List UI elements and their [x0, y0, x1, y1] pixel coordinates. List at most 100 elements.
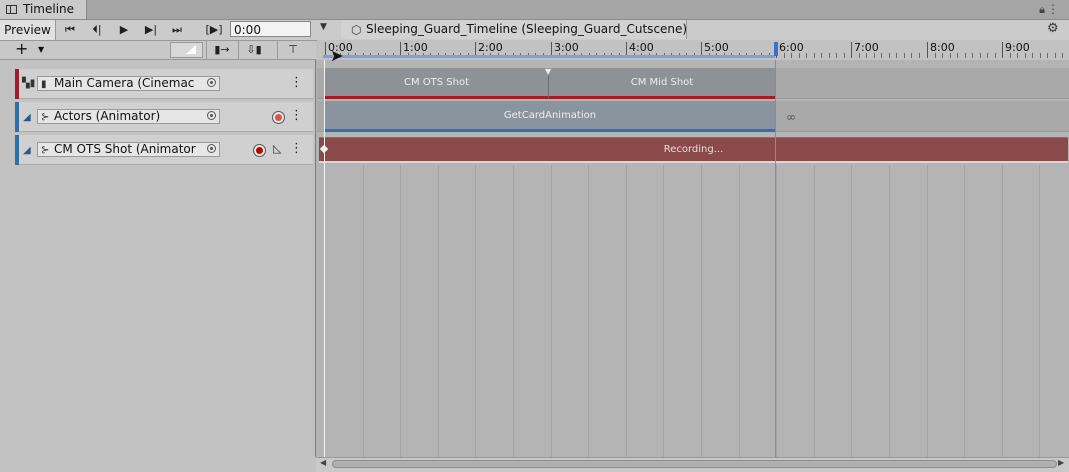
ruler-minor-tick [791, 53, 792, 58]
clip-get-card-animation[interactable]: GetCardAnimation [325, 101, 775, 132]
clip-cm-ots-shot[interactable]: CM OTS Shot [325, 68, 548, 99]
ruler-minor-tick [911, 53, 912, 58]
grid-line [513, 165, 514, 457]
grid-line [1039, 165, 1040, 457]
track-binding-field[interactable]: ▮ Main Camera (Cinemac [37, 76, 220, 91]
next-frame-icon[interactable]: ▶| [138, 20, 164, 40]
track-label: CM OTS Shot (Animator [54, 142, 196, 156]
object-picker-icon[interactable] [207, 144, 216, 153]
grid-line [400, 165, 401, 457]
preview-button[interactable]: Preview [0, 20, 56, 40]
ruler-minor-tick [1010, 53, 1011, 58]
track-color-bar [15, 135, 19, 165]
end-line [775, 60, 776, 458]
track-color-bar [15, 69, 19, 99]
go-to-end-icon[interactable]: ⏭ [164, 20, 190, 40]
snap-to-frame-icon[interactable]: ⇩▮ [238, 41, 269, 59]
grid-line [776, 165, 777, 457]
left-panel-footer [0, 457, 316, 471]
play-icon[interactable]: ▶ [111, 20, 137, 40]
ruler-minor-tick [965, 53, 966, 58]
track-menu-icon[interactable]: ⋮ [290, 141, 303, 156]
ruler-minor-tick [799, 53, 800, 58]
ruler-minor-tick [957, 53, 958, 58]
record-button[interactable] [272, 111, 285, 124]
ruler-minor-tick [935, 53, 936, 58]
track-label: Actors (Animator) [54, 109, 161, 123]
track-menu-icon[interactable]: ⋮ [290, 75, 303, 90]
record-button-active[interactable] [253, 144, 266, 157]
sequence-dropdown-icon[interactable]: ▼ [320, 22, 327, 32]
ruler-minor-tick [1032, 53, 1033, 58]
object-picker-icon[interactable] [207, 78, 216, 87]
grid-line [438, 165, 439, 457]
tab-title: Timeline [23, 2, 75, 16]
track-color-bar [15, 102, 19, 132]
track-binding-field[interactable]: ⊱ Actors (Animator) [37, 109, 220, 124]
lock-icon[interactable]: 🔒︎ [1039, 3, 1045, 17]
ruler-minor-tick [859, 53, 860, 58]
grid-line [663, 165, 664, 457]
ruler-minor-tick [919, 53, 920, 58]
ruler-minor-tick [1040, 53, 1041, 58]
grid-line [889, 165, 890, 457]
breadcrumb-label[interactable]: Sleeping_Guard_Timeline (Sleeping_Guard_… [366, 22, 687, 36]
track-binding-field[interactable]: ⊱ CM OTS Shot (Animator [37, 142, 220, 157]
scroll-right-icon[interactable]: ▶ [1058, 458, 1064, 467]
grid-line [964, 165, 965, 457]
clip-cm-mid-shot[interactable]: CM Mid Shot [548, 68, 775, 99]
grid-line [927, 165, 928, 457]
timeline-tab[interactable]: Timeline [0, 0, 87, 19]
track-actors[interactable]: ◢ ⊱ Actors (Animator) ⋮ [15, 102, 313, 132]
cinemachine-track-icon: ▚▮ [22, 78, 36, 89]
grid-line [851, 165, 852, 457]
snap-toggle[interactable] [170, 42, 203, 58]
ruler-minor-tick [995, 53, 996, 58]
grid-line [739, 165, 740, 457]
grid-line [1002, 165, 1003, 457]
ruler-minor-tick [866, 53, 867, 58]
animator-binding-icon: ⊱ [41, 112, 50, 123]
loop-icon: ∞ [786, 110, 796, 124]
ruler-minor-tick [1017, 53, 1018, 58]
track-cm-ots-shot[interactable]: ◢ ⊱ CM OTS Shot (Animator ◺ ⋮ [15, 135, 313, 165]
grid-line [814, 165, 815, 457]
ruler-minor-tick [980, 53, 981, 58]
scrollbar-thumb[interactable] [332, 460, 1057, 468]
go-to-start-icon[interactable]: ⏮ [57, 20, 83, 40]
scroll-left-icon[interactable]: ◀ [320, 458, 326, 467]
previous-frame-icon[interactable]: ⏴| [84, 20, 110, 40]
ruler-minor-tick [784, 53, 785, 58]
pin-icon[interactable]: ⊤ [277, 41, 308, 59]
play-range-icon[interactable]: [▶] [201, 20, 227, 40]
object-picker-icon[interactable] [207, 111, 216, 120]
blend-marker-icon: ▼ [545, 67, 552, 76]
vertical-ellipsis-icon[interactable]: ⋮ [1047, 2, 1059, 16]
ruler-minor-tick [814, 53, 815, 58]
track-menu-icon[interactable]: ⋮ [290, 108, 303, 123]
curves-icon[interactable]: ◺ [273, 142, 281, 155]
ripple-icon[interactable]: ▮→ [206, 41, 237, 59]
current-time-field[interactable]: 0:00 [230, 21, 311, 37]
mouse-cursor-icon: ➤ [330, 46, 344, 65]
ruler-major-tick [851, 42, 852, 58]
recording-clip[interactable]: Recording... [319, 137, 1068, 163]
animation-track-icon: ◢ [23, 145, 31, 156]
ruler-minor-tick [1055, 53, 1056, 58]
ruler-minor-tick [844, 53, 845, 58]
grid-line [551, 165, 552, 457]
ruler-minor-tick [874, 53, 875, 58]
ruler-minor-tick [829, 53, 830, 58]
ruler-minor-tick [1025, 53, 1026, 58]
ruler-minor-tick [896, 53, 897, 58]
playhead[interactable] [324, 60, 325, 458]
ruler-minor-tick [881, 53, 882, 58]
ruler-major-tick [1002, 42, 1003, 58]
ruler-minor-tick [821, 53, 822, 58]
gear-icon[interactable]: ⚙ [1047, 21, 1059, 36]
track-main-camera[interactable]: ▚▮ ▮ Main Camera (Cinemac ⋮ [15, 69, 313, 99]
animation-track-icon: ◢ [23, 112, 31, 123]
timeline-end-marker[interactable] [774, 42, 778, 56]
chevron-down-icon: ▼ [38, 45, 45, 54]
ruler-minor-tick [950, 53, 951, 58]
